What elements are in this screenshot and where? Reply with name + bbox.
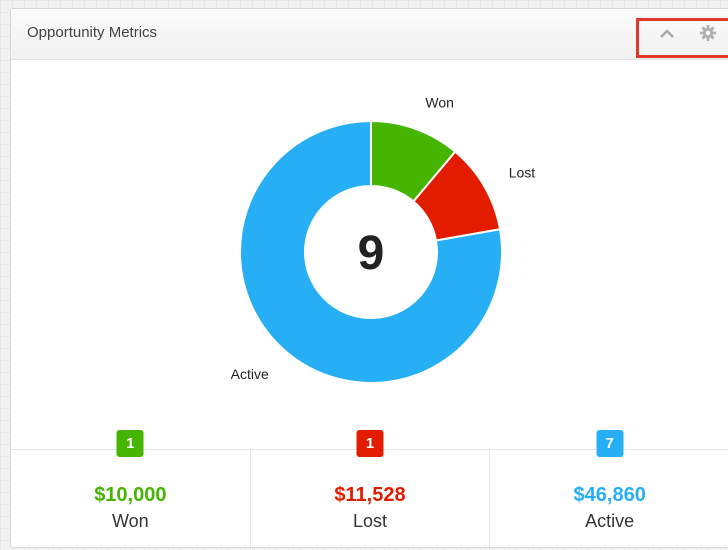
count-badge-lost: 1 bbox=[356, 430, 384, 457]
slice-label-lost: Lost bbox=[509, 165, 536, 181]
stat-active: 7 $46,860 Active bbox=[490, 430, 728, 550]
donut-center-total: 9 bbox=[358, 227, 385, 280]
stat-lost: 1 $11,528 Lost bbox=[251, 430, 491, 550]
amount-lost: $11,528 bbox=[334, 484, 406, 506]
slice-label-won: Won bbox=[425, 95, 454, 111]
label-won: Won bbox=[111, 511, 149, 531]
label-lost: Lost bbox=[352, 511, 388, 531]
dashlet-header: Opportunity Metrics bbox=[11, 9, 728, 60]
chevron-up-icon[interactable] bbox=[656, 21, 678, 45]
count-badge-active: 7 bbox=[596, 430, 624, 457]
stat-won: 1 $10,000 Won bbox=[11, 430, 251, 550]
summary-row: 1 $10,000 Won 1 $11,528 Lost 7 $46,860 A… bbox=[11, 430, 728, 550]
slice-label-active: Active bbox=[231, 366, 269, 382]
dashlet-title: Opportunity Metrics bbox=[27, 24, 158, 41]
amount-won: $10,000 bbox=[94, 484, 167, 506]
opportunity-metrics-dashlet: Opportunity Metrics Won Lost Active 9 1 … bbox=[10, 8, 728, 550]
amount-active: $46,860 bbox=[573, 484, 646, 506]
donut-chart: Won Lost Active 9 bbox=[231, 95, 536, 384]
count-badge-won: 1 bbox=[116, 430, 144, 457]
gear-icon[interactable] bbox=[697, 21, 719, 45]
label-active: Active bbox=[585, 511, 635, 531]
donut-chart-area: Won Lost Active 9 bbox=[11, 60, 728, 445]
